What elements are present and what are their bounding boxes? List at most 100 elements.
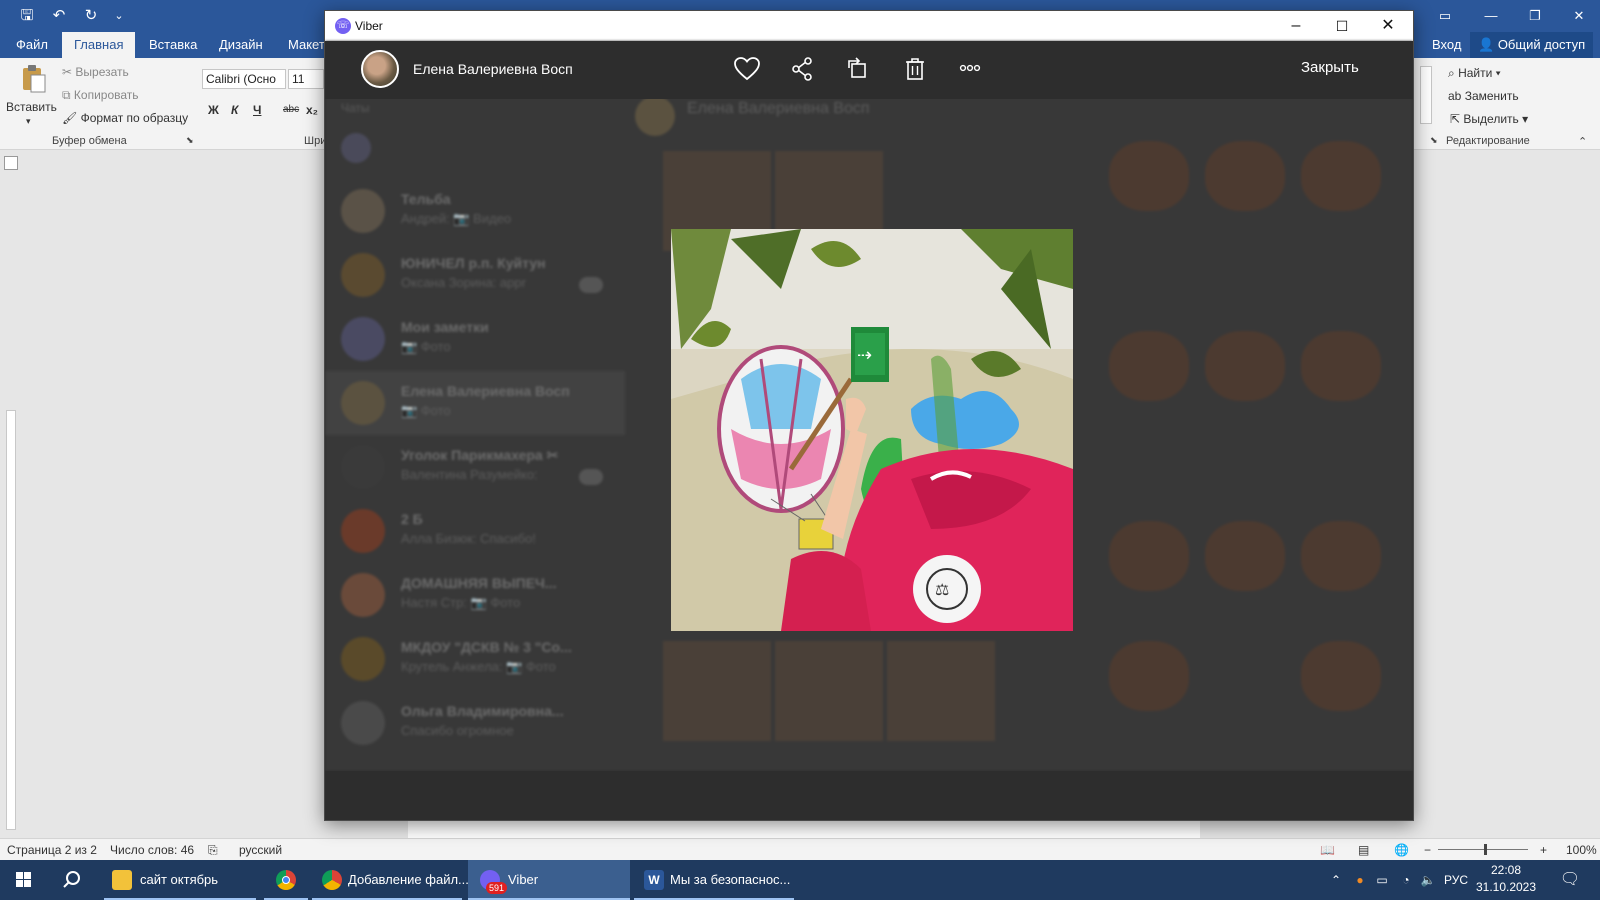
word-icon: W bbox=[644, 870, 664, 890]
input-language[interactable]: РУС bbox=[1440, 860, 1472, 900]
styles-scroll[interactable] bbox=[1420, 66, 1432, 124]
copy-label: Копировать bbox=[73, 88, 139, 102]
cursor-icon: ⇱ bbox=[1450, 112, 1461, 126]
zoom-out-icon[interactable]: − bbox=[1424, 843, 1431, 857]
word-restore-icon[interactable]: ❐ bbox=[1524, 6, 1546, 26]
replace-button[interactable]: ab Заменить bbox=[1448, 89, 1519, 103]
clipboard-group-label: Буфер обмена bbox=[52, 135, 127, 147]
tab-insert[interactable]: Вставка bbox=[137, 32, 209, 58]
select-button[interactable]: ⇱ Выделить ▾ bbox=[1450, 112, 1528, 126]
avast-icon[interactable]: ● bbox=[1350, 860, 1370, 900]
chat-name: Мои заметки bbox=[401, 319, 489, 335]
taskbar-explorer[interactable]: сайт октябрь bbox=[104, 860, 256, 900]
conversation-title: Елена Валериевна Восп bbox=[687, 100, 870, 117]
battery-icon[interactable]: ▭ bbox=[1372, 860, 1392, 900]
taskbar-app-label: Добавление файл... bbox=[348, 872, 469, 887]
viewed-photo[interactable]: ⇢ ⚖ bbox=[671, 229, 1073, 631]
paste-dropdown-icon[interactable]: ▾ bbox=[26, 116, 31, 127]
proofing-icon[interactable]: ⎘ bbox=[208, 843, 218, 858]
taskbar-chrome[interactable] bbox=[264, 860, 308, 900]
chat-item: Ольга Владимировна... Спасибо огромное bbox=[325, 691, 625, 755]
trash-icon bbox=[906, 58, 924, 80]
search-button[interactable] bbox=[48, 860, 96, 900]
tab-selector-icon[interactable] bbox=[4, 156, 18, 170]
viber-unread-badge: 591 bbox=[486, 882, 508, 894]
maximize-button[interactable]: ☐ bbox=[1319, 11, 1365, 41]
chat-preview: Валентина Разумейко: bbox=[401, 467, 538, 482]
folder-icon bbox=[112, 870, 132, 890]
word-minimize-icon[interactable]: — bbox=[1480, 6, 1502, 26]
cut-button[interactable]: ✂ Вырезать bbox=[62, 65, 129, 79]
format-painter-button[interactable]: 🖌 Формат по образцу bbox=[62, 111, 188, 125]
taskbar-viber[interactable]: 591 Viber bbox=[468, 860, 630, 900]
show-hidden-icons[interactable]: ⌃ bbox=[1326, 860, 1346, 900]
more-options-button[interactable] bbox=[955, 54, 985, 84]
wifi-icon[interactable]: ◔ bbox=[1396, 860, 1416, 900]
zoom-slider[interactable] bbox=[1438, 849, 1528, 850]
word-count[interactable]: Число слов: 46 bbox=[110, 843, 194, 857]
close-window-button[interactable]: ✕ bbox=[1365, 11, 1411, 41]
collapse-ribbon-icon[interactable]: ⌃ bbox=[1578, 135, 1587, 148]
rotate-icon bbox=[848, 57, 866, 78]
tab-file[interactable]: Файл bbox=[4, 32, 60, 58]
subscript-button[interactable]: x₂ bbox=[306, 103, 318, 117]
rotate-button[interactable] bbox=[843, 54, 873, 84]
web-layout-icon[interactable]: 🌐 bbox=[1394, 843, 1409, 857]
paste-icon[interactable] bbox=[20, 64, 48, 94]
notifications-icon[interactable]: 🗨 bbox=[1552, 860, 1588, 900]
document-page[interactable] bbox=[408, 820, 1200, 838]
find-button[interactable]: ⌕ Найти ▾ bbox=[1448, 66, 1501, 81]
sign-in-link[interactable]: Вход bbox=[1424, 32, 1469, 58]
tab-home[interactable]: Главная bbox=[62, 32, 136, 58]
font-size-select[interactable]: 11 bbox=[288, 69, 324, 89]
save-icon[interactable]: 🖫 bbox=[16, 6, 38, 26]
share-button[interactable]: 👤 Общий доступ bbox=[1470, 32, 1594, 58]
viber-logo-icon: ☏ bbox=[335, 18, 351, 34]
print-layout-icon[interactable]: ▤ bbox=[1358, 843, 1369, 857]
tab-design[interactable]: Дизайн bbox=[207, 32, 275, 58]
zoom-in-icon[interactable]: + bbox=[1540, 843, 1547, 857]
avatar[interactable] bbox=[361, 50, 399, 88]
start-button[interactable] bbox=[0, 860, 48, 900]
chat-item: 2 Б Алла Бизюк: Спасибо! bbox=[325, 499, 625, 563]
taskbar-chrome-window[interactable]: Добавление файл... bbox=[312, 860, 469, 900]
like-button[interactable] bbox=[732, 54, 762, 84]
customize-quick-access-icon[interactable]: ⌄ bbox=[108, 6, 130, 26]
clipboard-launcher-icon[interactable]: ⬊ bbox=[186, 135, 194, 146]
read-mode-icon[interactable]: 📖 bbox=[1320, 843, 1335, 857]
zoom-level[interactable]: 100% bbox=[1566, 843, 1597, 857]
find-label: Найти bbox=[1458, 66, 1493, 80]
font-size-value: 11 bbox=[292, 72, 305, 86]
sticker bbox=[1301, 641, 1381, 711]
redo-icon[interactable]: ↻ bbox=[80, 6, 102, 26]
ribbon-display-icon[interactable]: ▭ bbox=[1434, 6, 1456, 26]
language-indicator[interactable]: русский bbox=[239, 843, 282, 857]
contact-name[interactable]: Елена Валериевна Восп bbox=[413, 61, 573, 77]
volume-icon[interactable]: 🔈 bbox=[1418, 860, 1438, 900]
minimize-button[interactable]: – bbox=[1273, 11, 1319, 41]
sticker bbox=[1205, 331, 1285, 401]
avatar bbox=[341, 637, 385, 681]
page-count[interactable]: Страница 2 из 2 bbox=[7, 843, 97, 857]
chat-preview: Крутель Анжела: 📷 Фото bbox=[401, 659, 556, 674]
sticker bbox=[1109, 521, 1189, 591]
chrome-icon bbox=[322, 870, 342, 890]
taskbar-word[interactable]: W Мы за безопаснос... bbox=[634, 860, 794, 900]
copy-button[interactable]: ⧉ Копировать bbox=[62, 88, 139, 103]
strikethrough-button[interactable]: abc bbox=[283, 104, 299, 115]
clock[interactable]: 22:08 31.10.2023 bbox=[1474, 862, 1538, 896]
undo-icon[interactable]: ↶ bbox=[48, 6, 70, 26]
paste-button[interactable]: Вставить bbox=[6, 100, 57, 114]
zoom-slider-thumb[interactable] bbox=[1484, 844, 1487, 855]
chat-name: ЮНИЧЕЛ р.п. Куйтун bbox=[401, 255, 546, 271]
styles-launcher-icon[interactable]: ⬊ bbox=[1430, 135, 1438, 146]
underline-button[interactable]: Ч bbox=[253, 103, 261, 117]
share-photo-button[interactable] bbox=[787, 54, 817, 84]
italic-button[interactable]: К bbox=[231, 103, 238, 117]
close-viewer-button[interactable]: Закрыть bbox=[1301, 59, 1359, 76]
font-name-select[interactable]: Calibri (Осно bbox=[202, 69, 286, 89]
delete-button[interactable] bbox=[900, 54, 930, 84]
word-close-icon[interactable]: ✕ bbox=[1568, 6, 1590, 26]
bold-button[interactable]: Ж bbox=[208, 103, 219, 117]
photo-image: ⇢ ⚖ bbox=[671, 229, 1073, 631]
